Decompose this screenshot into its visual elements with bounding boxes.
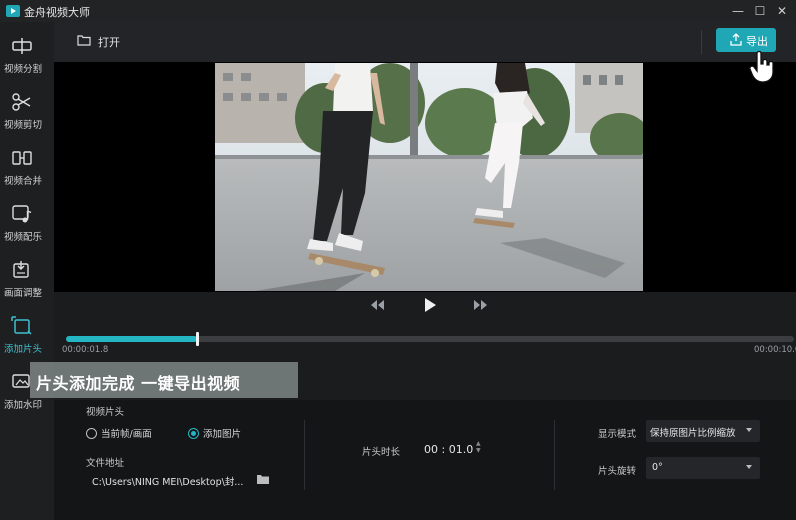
radio-label: 当前帧/画面: [101, 429, 152, 440]
sidebar: 视频分割 视频剪切 视频合并 视频配乐 画面调整 添加片头 添加水印: [0, 22, 54, 520]
sidebar-item-label: 添加水印: [3, 400, 42, 411]
divider: [701, 30, 702, 54]
fast-forward-icon[interactable]: [473, 298, 489, 312]
maximize-button[interactable]: ☐: [752, 3, 768, 19]
current-time: 00:00:01.8: [62, 345, 109, 355]
sidebar-item-label: 视频合并: [3, 176, 42, 187]
sidebar-item-label: 视频配乐: [3, 232, 42, 243]
scissors-icon: [12, 93, 31, 111]
radio-add-image[interactable]: 添加图片: [188, 426, 241, 440]
sidebar-item-label: 添加片头: [3, 344, 42, 355]
merge-icon: [12, 151, 32, 165]
section-title: 视频片头: [86, 407, 125, 418]
radio-button-selected[interactable]: [188, 427, 199, 439]
sidebar-item-intro[interactable]: 添加片头: [0, 310, 46, 362]
crop-icon: [11, 316, 32, 335]
app-title: 金舟视频大师: [24, 6, 90, 19]
duration-stepper[interactable]: ▲ ▼: [476, 440, 481, 454]
close-button[interactable]: ✕: [774, 3, 790, 19]
app-logo-icon: [6, 5, 20, 17]
minimize-button[interactable]: —: [730, 3, 746, 19]
radio-button[interactable]: [86, 427, 97, 439]
title-bar: 金舟视频大师 — ☐ ✕: [0, 0, 796, 22]
sidebar-item-music[interactable]: 视频配乐: [0, 198, 46, 250]
chevron-down-icon: [746, 428, 752, 432]
duration-input[interactable]: 00 : 01.0: [424, 443, 473, 456]
rotation-select[interactable]: 0°: [646, 457, 760, 479]
export-label: 导出: [746, 35, 768, 48]
total-time: 00:00:10.0: [754, 345, 796, 355]
hand-cursor-icon: [749, 50, 774, 83]
rotation-value: 0°: [652, 462, 663, 473]
split-icon: [12, 38, 32, 54]
browse-folder-icon[interactable]: [257, 474, 269, 484]
adjust-icon: [13, 261, 29, 278]
caption-text: 片头添加完成 一键导出视频: [36, 374, 241, 393]
display-mode-value: 保持原图片比例缩放: [650, 428, 736, 439]
chevron-down-icon: [746, 465, 752, 469]
progress-bar[interactable]: [66, 332, 794, 346]
video-preview: [54, 62, 796, 292]
divider: [304, 420, 305, 490]
export-button[interactable]: 导出: [716, 28, 776, 52]
music-icon: [12, 205, 32, 223]
progress-handle[interactable]: [196, 332, 200, 346]
sidebar-item-label: 视频分割: [3, 64, 42, 75]
progress-fill: [66, 336, 198, 342]
sidebar-item-label: 视频剪切: [3, 120, 42, 131]
play-icon[interactable]: [421, 296, 439, 314]
sidebar-item-cut[interactable]: 视频剪切: [0, 86, 46, 138]
rewind-icon[interactable]: [369, 298, 385, 312]
display-mode-label: 显示模式: [598, 429, 637, 440]
rotation-label: 片头旋转: [598, 466, 637, 477]
divider: [554, 420, 555, 490]
video-frame-image: [215, 63, 643, 291]
file-path-label: 文件地址: [86, 458, 125, 469]
duration-label: 片头时长: [362, 447, 401, 458]
toolbar: 打开 导出: [54, 22, 796, 62]
sidebar-item-split[interactable]: 视频分割: [0, 30, 46, 82]
radio-current-frame[interactable]: 当前帧/画面: [86, 426, 152, 440]
radio-label: 添加图片: [203, 429, 242, 440]
sidebar-item-adjust[interactable]: 画面调整: [0, 254, 46, 306]
sidebar-item-merge[interactable]: 视频合并: [0, 142, 46, 194]
open-button[interactable]: 打开: [98, 34, 120, 50]
folder-icon[interactable]: [77, 34, 91, 46]
caption-banner: 片头添加完成 一键导出视频: [30, 362, 298, 398]
sidebar-item-label: 画面调整: [3, 288, 42, 299]
intro-settings-panel: 视频片头 当前帧/画面 添加图片 文件地址 C:\Users\NING MEI\…: [54, 400, 796, 520]
display-mode-select[interactable]: 保持原图片比例缩放: [646, 420, 760, 442]
upload-icon: [730, 33, 742, 46]
file-path-value: C:\Users\NING MEI\Desktop\封...: [92, 477, 244, 488]
